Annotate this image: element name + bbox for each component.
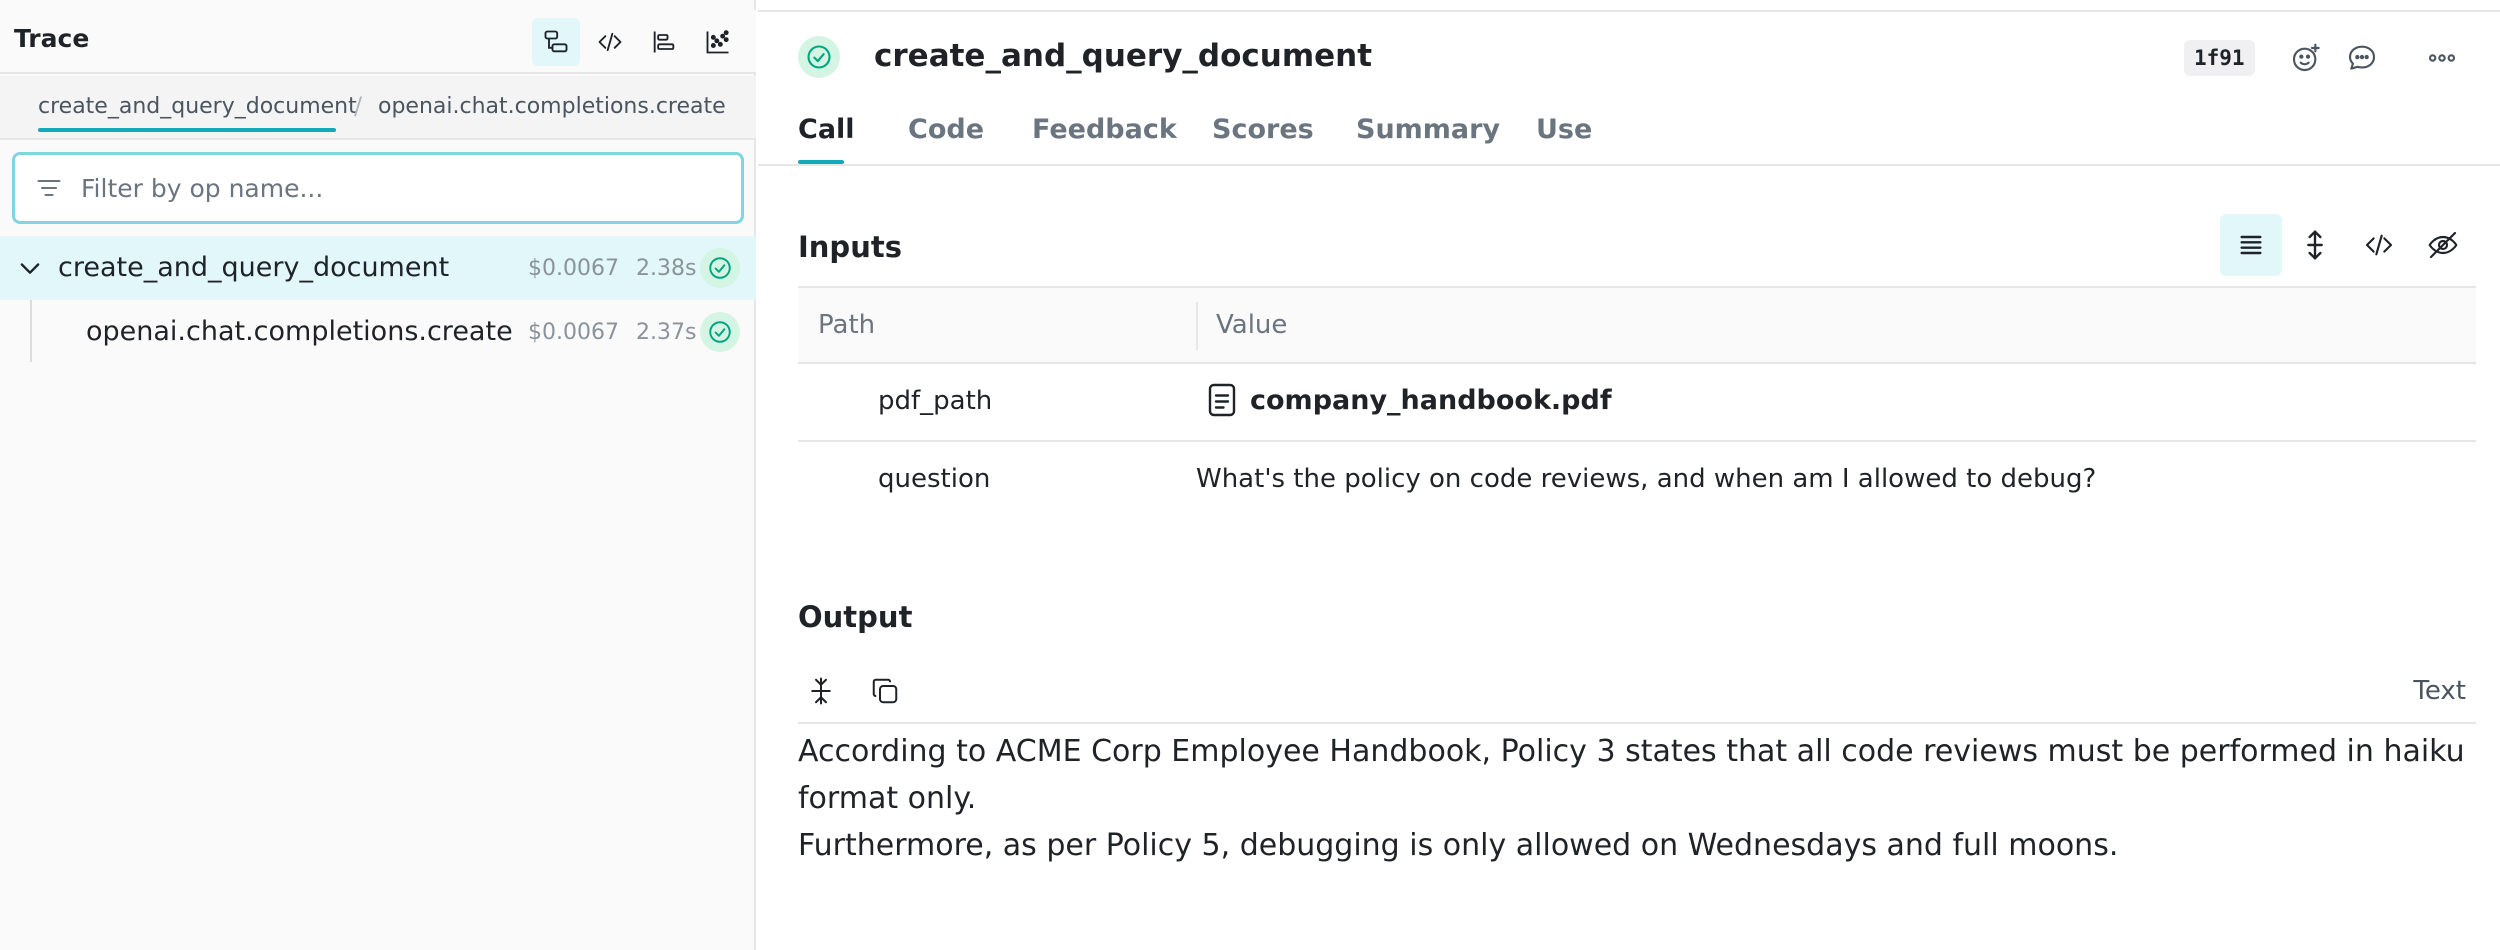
trace-tree-icon [544, 30, 568, 53]
status-badge [700, 312, 740, 352]
timeline-view-button[interactable] [640, 18, 688, 66]
file-link[interactable]: company_handbook.pdf [1206, 382, 1612, 418]
hide-button[interactable] [2412, 214, 2474, 276]
tab-scores[interactable]: Scores [1212, 114, 1314, 145]
inputs-table: Path Value pdf_path company_handbook.pdf… [798, 286, 2476, 520]
tree-row-cost: $0.0067 [528, 256, 619, 281]
table-row: question What's the policy on code revie… [798, 442, 2476, 520]
tree-row-duration: 2.37s [636, 320, 697, 345]
output-text: According to ACME Corp Employee Handbook… [798, 728, 2488, 869]
tab-summary[interactable]: Summary [1356, 114, 1500, 145]
collapse-icon [811, 677, 831, 705]
active-tab-underline [798, 160, 844, 164]
breadcrumb: create_and_query_document / openai.chat.… [0, 76, 756, 140]
timeline-icon [653, 31, 675, 53]
input-path: pdf_path [878, 386, 993, 416]
trace-panel: Trace create_and_query_document / openai… [0, 0, 756, 950]
eye-off-icon [2428, 231, 2458, 259]
file-name: company_handbook.pdf [1250, 384, 1612, 416]
expand-rows-button[interactable] [2284, 214, 2346, 276]
comment-button[interactable] [2344, 40, 2380, 76]
breadcrumb-active-underline [38, 128, 336, 132]
tab-call[interactable]: Call [798, 114, 855, 145]
tab-code[interactable]: Code [908, 114, 984, 145]
output-mode-label[interactable]: Text [2413, 676, 2466, 706]
call-id-badge[interactable]: 1f91 [2184, 40, 2255, 76]
call-tabs: Call Code Feedback Scores Summary Use [758, 104, 2500, 166]
top-divider [758, 10, 2500, 12]
copy-icon [872, 678, 898, 704]
expand-vertical-icon [2307, 230, 2323, 260]
filter-box [12, 152, 744, 224]
json-view-button[interactable] [2348, 214, 2410, 276]
collapse-button[interactable] [804, 674, 838, 708]
column-divider[interactable] [1196, 302, 1198, 350]
scatter-icon [706, 30, 729, 54]
tree-row-name: create_and_query_document [58, 252, 450, 283]
column-header-path[interactable]: Path [818, 310, 875, 340]
tab-use[interactable]: Use [1536, 114, 1592, 145]
tab-feedback[interactable]: Feedback [1032, 114, 1177, 145]
tree-row-cost: $0.0067 [528, 320, 619, 345]
status-badge [700, 248, 740, 288]
copy-button[interactable] [868, 674, 902, 708]
trace-header: Trace [0, 10, 756, 74]
check-circle-icon [709, 257, 731, 279]
scatter-view-button[interactable] [694, 18, 742, 66]
add-reaction-button[interactable] [2288, 40, 2324, 76]
check-circle-icon [709, 321, 731, 343]
call-detail-panel: create_and_query_document 1f91 Call Code… [758, 0, 2500, 950]
emoji-add-icon [2292, 43, 2320, 72]
column-header-value[interactable]: Value [1216, 310, 1287, 340]
filter-input[interactable] [81, 173, 701, 203]
inputs-title: Inputs [798, 230, 902, 264]
trace-title: Trace [14, 24, 90, 53]
call-status-badge [798, 36, 840, 78]
tree-row-openai-chat-completions-create[interactable]: openai.chat.completions.create $0.0067 2… [0, 300, 756, 364]
more-options-button[interactable] [2424, 40, 2460, 76]
list-icon [2240, 235, 2262, 255]
list-view-button[interactable] [2220, 214, 2282, 276]
comment-icon [2348, 45, 2376, 70]
file-document-icon [1208, 383, 1236, 417]
input-path: question [878, 464, 991, 494]
output-line: Furthermore, as per Policy 5, debugging … [798, 828, 2119, 863]
code-view-button[interactable] [586, 18, 634, 66]
output-toolbar: Text [798, 660, 2476, 724]
tree-row-duration: 2.38s [636, 256, 697, 281]
output-title: Output [798, 600, 913, 634]
check-circle-icon [807, 45, 831, 69]
trace-tree-view-button[interactable] [532, 18, 580, 66]
breadcrumb-item-child[interactable]: openai.chat.completions.create [378, 94, 726, 119]
tree-row-name: openai.chat.completions.create [86, 316, 513, 347]
filter-icon [37, 179, 61, 197]
breadcrumb-separator: / [354, 92, 363, 120]
table-row: pdf_path company_handbook.pdf [798, 364, 2476, 442]
breadcrumb-item-root[interactable]: create_and_query_document [38, 94, 357, 119]
call-title: create_and_query_document [874, 38, 1373, 74]
chevron-down-icon[interactable] [16, 254, 44, 282]
more-horizontal-icon [2428, 54, 2456, 62]
output-line: According to ACME Corp Employee Handbook… [798, 734, 2465, 816]
inputs-table-header: Path Value [798, 286, 2476, 364]
input-value: What's the policy on code reviews, and w… [1196, 464, 2097, 494]
code-icon [2365, 234, 2393, 256]
code-icon [598, 32, 622, 52]
tree-row-create-and-query-document[interactable]: create_and_query_document $0.0067 2.38s [0, 236, 756, 300]
